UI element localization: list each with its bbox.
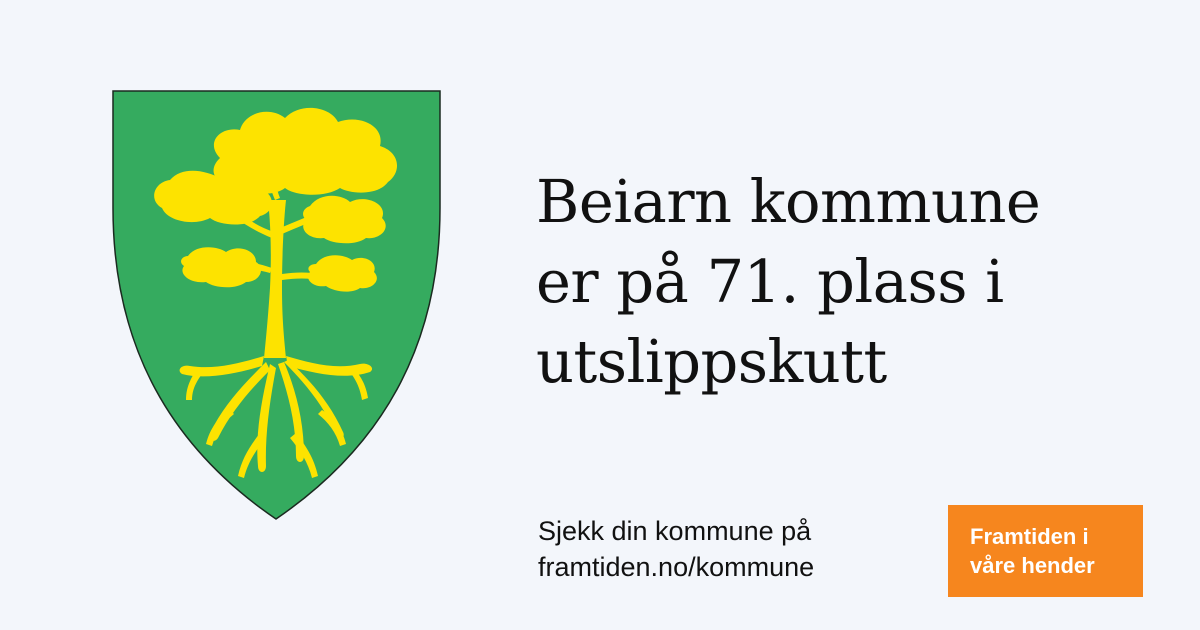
brand-badge: Framtiden i våre hender [948, 505, 1143, 597]
share-card: Beiarn kommune er på 71. plass i utslipp… [0, 0, 1200, 630]
headline: Beiarn kommune er på 71. plass i utslipp… [536, 162, 1136, 402]
cta-line-1: Sjekk din kommune på [538, 516, 812, 546]
headline-line-2: er på 71. plass i [536, 247, 1004, 316]
headline-line-1: Beiarn kommune [536, 167, 1041, 236]
headline-line-3: utslippskutt [536, 327, 887, 396]
cta-url: framtiden.no/kommune [538, 552, 815, 582]
badge-line-2: våre hender [970, 553, 1095, 578]
badge-line-1: Framtiden i [970, 524, 1089, 549]
call-to-action: Sjekk din kommune på framtiden.no/kommun… [538, 513, 918, 585]
pine-tree-with-roots-icon [112, 90, 441, 520]
coat-of-arms-shield-icon [110, 88, 443, 522]
